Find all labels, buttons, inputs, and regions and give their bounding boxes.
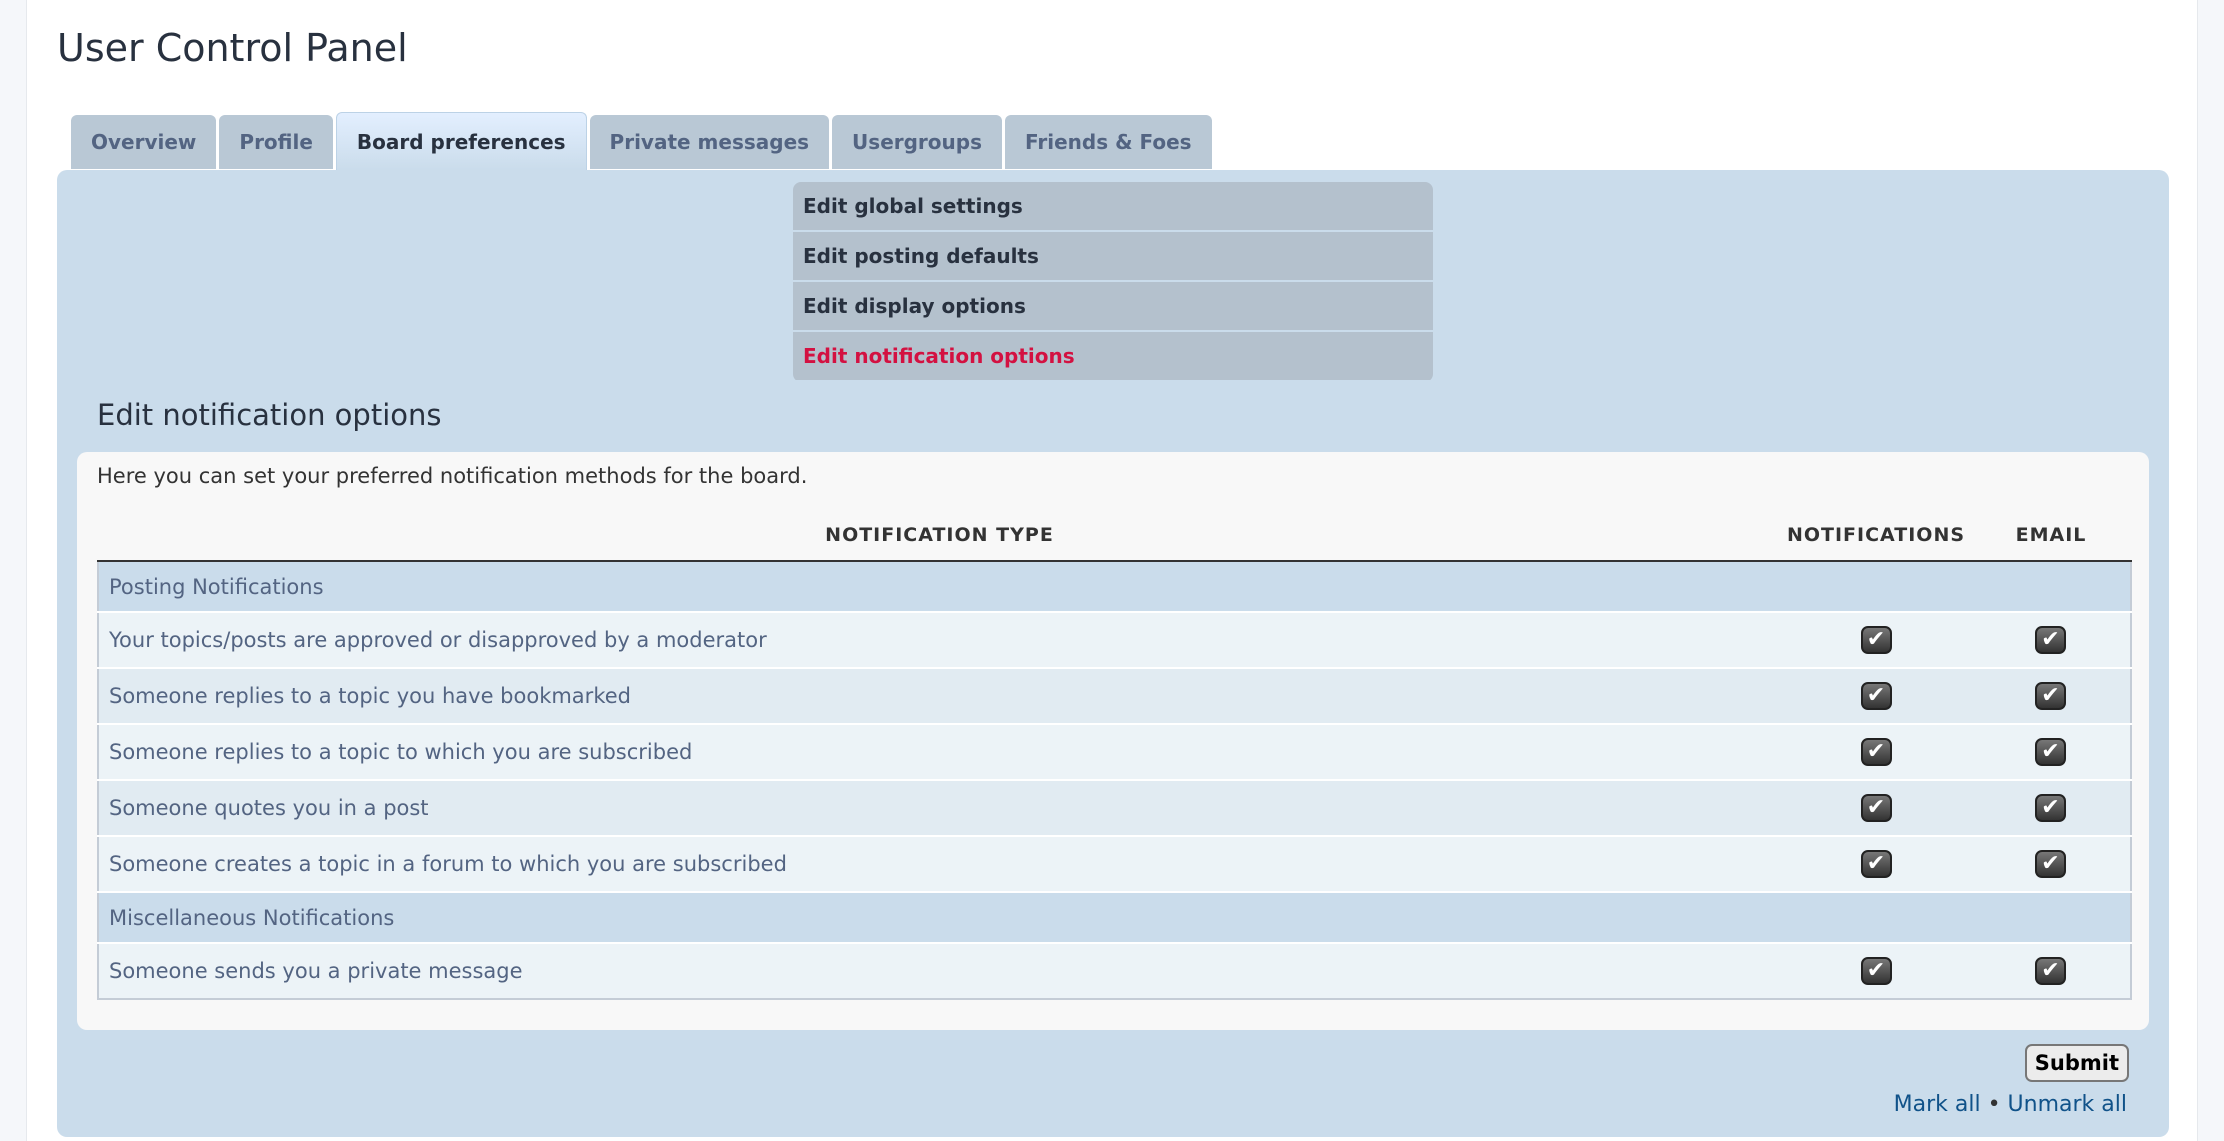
submenu-global-settings[interactable]: Edit global settings xyxy=(793,182,1433,230)
tab-overview[interactable]: Overview xyxy=(71,115,217,169)
tab-profile[interactable]: Profile xyxy=(219,115,333,169)
tab-friends-foes[interactable]: Friends & Foes xyxy=(1005,115,1212,169)
notification-label: Someone sends you a private message xyxy=(97,943,1781,1000)
notifications-checkbox[interactable]: ✔ xyxy=(1860,626,1892,654)
notifications-checkbox[interactable]: ✔ xyxy=(1860,957,1892,985)
tab-board-preferences[interactable]: Board preferences xyxy=(335,112,587,170)
notification-label: Your topics/posts are approved or disapp… xyxy=(97,612,1781,669)
submit-button[interactable]: Submit xyxy=(2024,1044,2129,1082)
submenu-notification-options[interactable]: Edit notification options xyxy=(793,332,1433,380)
separator: • xyxy=(1987,1092,2001,1117)
table-row: Your topics/posts are approved or disapp… xyxy=(97,612,2132,669)
notification-box: Here you can set your preferred notifica… xyxy=(77,452,2149,1030)
header-email: EMAIL xyxy=(1971,510,2131,562)
email-checkbox[interactable]: ✔ xyxy=(2035,794,2066,822)
section-row: Posting Notifications xyxy=(97,561,2132,613)
tab-bar: Overview Profile Board preferences Priva… xyxy=(71,112,1212,170)
tab-usergroups[interactable]: Usergroups xyxy=(832,115,1002,169)
tab-private-messages[interactable]: Private messages xyxy=(589,115,830,169)
notification-label: Someone creates a topic in a forum to wh… xyxy=(97,836,1781,893)
content-panel: Edit global settings Edit posting defaul… xyxy=(57,170,2169,1137)
section-row: Miscellaneous Notifications xyxy=(97,892,2132,944)
table-row: Someone quotes you in a post ✔ ✔ xyxy=(97,780,2132,837)
table-row: Someone replies to a topic you have book… xyxy=(97,668,2132,725)
email-checkbox[interactable]: ✔ xyxy=(2035,957,2066,985)
notification-label: Someone replies to a topic to which you … xyxy=(97,724,1781,781)
email-checkbox[interactable]: ✔ xyxy=(2035,738,2066,766)
notifications-checkbox[interactable]: ✔ xyxy=(1860,794,1892,822)
table-row: Someone sends you a private message ✔ ✔ xyxy=(97,943,2132,1000)
email-checkbox[interactable]: ✔ xyxy=(2035,682,2066,710)
email-checkbox[interactable]: ✔ xyxy=(2035,626,2066,654)
table-row: Someone replies to a topic to which you … xyxy=(97,724,2132,781)
notification-label: Someone quotes you in a post xyxy=(97,780,1781,837)
section-label: Posting Notifications xyxy=(97,561,2132,613)
page-title: User Control Panel xyxy=(57,26,408,70)
header-type: NOTIFICATION TYPE xyxy=(98,510,1781,562)
unmark-all-link[interactable]: Unmark all xyxy=(2008,1092,2127,1117)
submenu-posting-defaults[interactable]: Edit posting defaults xyxy=(793,232,1433,280)
mark-links: Mark all • Unmark all xyxy=(1894,1092,2127,1117)
section-heading: Edit notification options xyxy=(97,398,442,432)
mark-all-link[interactable]: Mark all xyxy=(1894,1092,1981,1117)
notifications-checkbox[interactable]: ✔ xyxy=(1860,738,1892,766)
notifications-checkbox[interactable]: ✔ xyxy=(1860,682,1892,710)
notifications-checkbox[interactable]: ✔ xyxy=(1860,850,1892,878)
submenu: Edit global settings Edit posting defaul… xyxy=(793,182,1433,382)
notification-label: Someone replies to a topic you have book… xyxy=(97,668,1781,725)
page: User Control Panel Overview Profile Boar… xyxy=(26,0,2198,1141)
header-notifications: NOTIFICATIONS xyxy=(1781,510,1971,562)
email-checkbox[interactable]: ✔ xyxy=(2035,850,2066,878)
intro-text: Here you can set your preferred notifica… xyxy=(97,464,808,488)
submenu-display-options[interactable]: Edit display options xyxy=(793,282,1433,330)
section-label: Miscellaneous Notifications xyxy=(97,892,2132,944)
notification-table: NOTIFICATION TYPE NOTIFICATIONS EMAIL Po… xyxy=(97,510,2132,1000)
table-row: Someone creates a topic in a forum to wh… xyxy=(97,836,2132,893)
